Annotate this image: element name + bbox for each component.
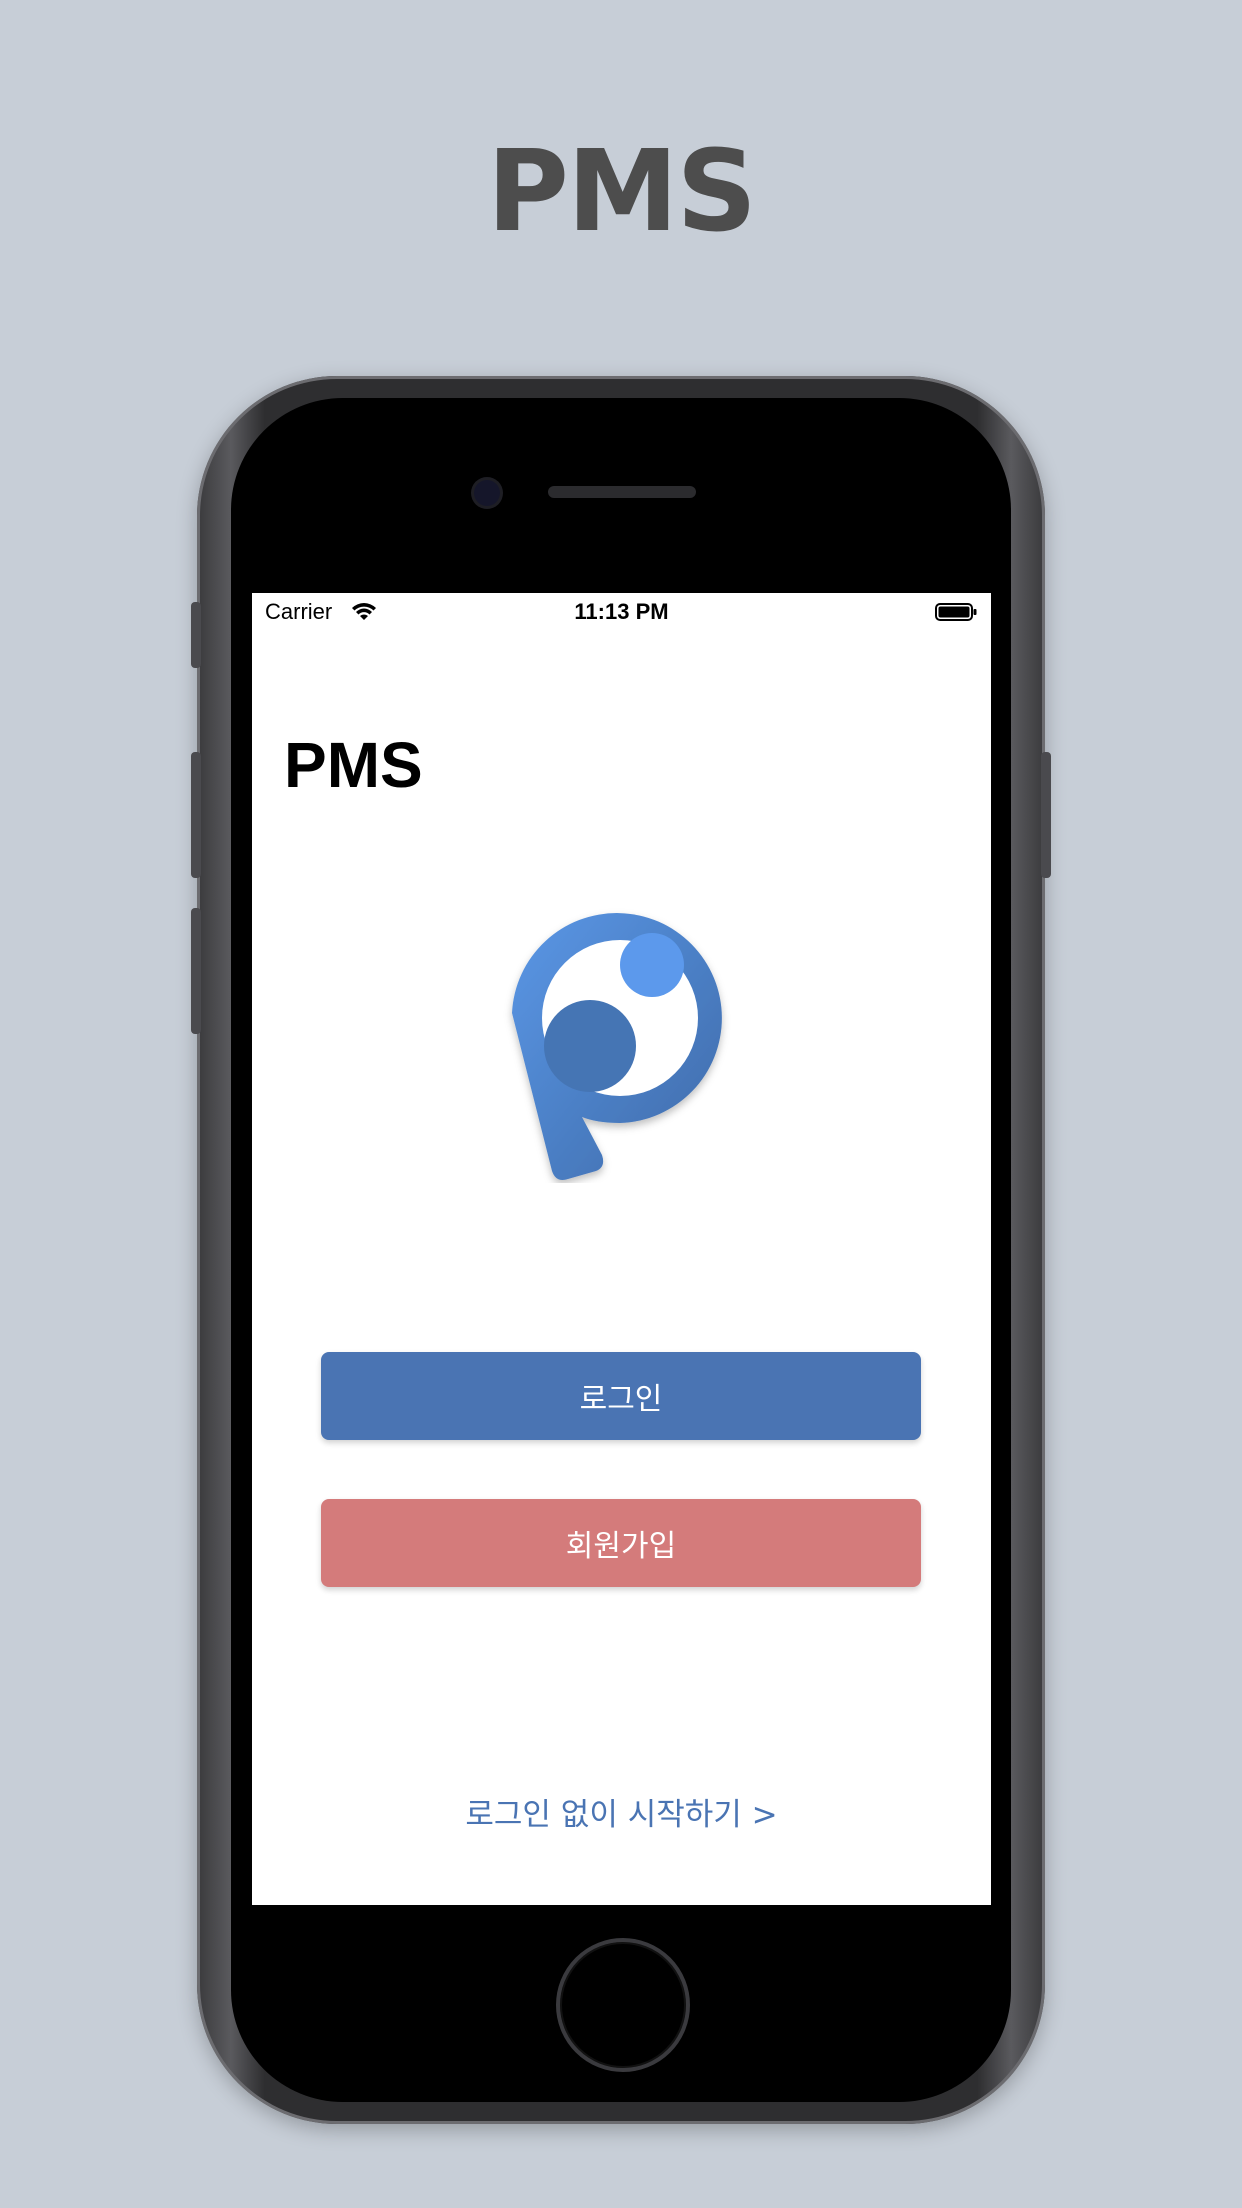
front-camera [474,480,500,506]
promo-title: PMS [486,127,757,257]
app-logo-icon [512,913,722,1180]
screen-title: PMS [284,729,423,801]
signup-button[interactable]: 회원가입 [321,1499,921,1587]
app-screen: Carrier 11:13 PM PMS 로그인 회원가입 로그인 없이 시작하… [252,593,991,1905]
login-button[interactable]: 로그인 [321,1352,921,1440]
start-without-login-link[interactable]: 로그인 없이 시작하기 > [252,1789,991,1834]
side-button-mute [191,602,201,668]
side-button-volume-up [191,752,201,878]
battery-icon [935,603,977,621]
status-time: 11:13 PM [574,599,669,624]
side-button-volume-down [191,908,201,1034]
side-button-power [1041,752,1051,878]
home-button[interactable] [556,1938,690,2072]
status-bar: Carrier 11:13 PM [252,593,991,633]
earpiece-speaker [548,486,696,498]
